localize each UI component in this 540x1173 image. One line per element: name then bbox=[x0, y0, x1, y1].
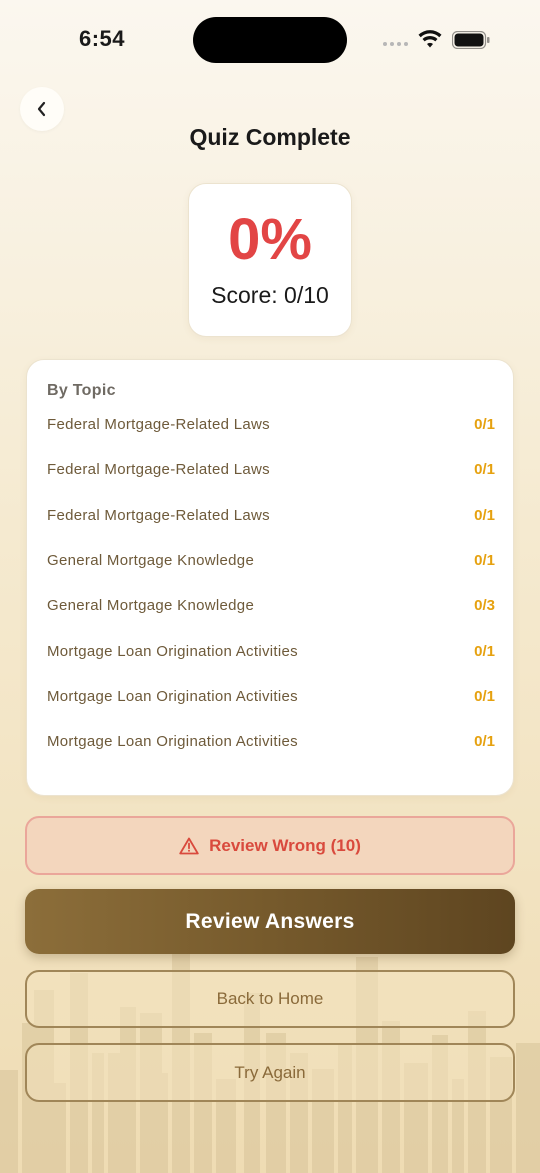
signal-icon bbox=[383, 42, 408, 46]
topic-row: General Mortgage Knowledge 0/3 bbox=[47, 594, 495, 616]
topic-row: Federal Mortgage-Related Laws 0/1 bbox=[47, 504, 495, 526]
score-percent: 0% bbox=[228, 207, 312, 272]
topic-score: 0/1 bbox=[474, 642, 495, 660]
try-again-button[interactable]: Try Again bbox=[25, 1043, 515, 1102]
topic-name: General Mortgage Knowledge bbox=[47, 551, 255, 569]
topic-heading: By Topic bbox=[47, 382, 116, 399]
topic-score: 0/1 bbox=[474, 551, 495, 569]
topic-row: Federal Mortgage-Related Laws 0/1 bbox=[47, 413, 495, 435]
topic-name: Federal Mortgage-Related Laws bbox=[47, 506, 270, 524]
topic-name: Mortgage Loan Origination Activities bbox=[47, 687, 298, 705]
topic-score: 0/1 bbox=[474, 687, 495, 705]
topic-score: 0/1 bbox=[474, 460, 495, 478]
topic-score: 0/1 bbox=[474, 506, 495, 524]
dynamic-island bbox=[193, 17, 347, 63]
wifi-icon bbox=[418, 30, 442, 48]
score-card: 0% Score: 0/10 bbox=[188, 183, 352, 337]
topic-name: Federal Mortgage-Related Laws bbox=[47, 415, 270, 433]
battery-icon bbox=[452, 31, 490, 49]
topic-breakdown-card: By Topic Federal Mortgage-Related Laws 0… bbox=[26, 359, 514, 796]
topic-row: Mortgage Loan Origination Activities 0/1 bbox=[47, 730, 495, 752]
status-bar: 6:54 bbox=[0, 0, 540, 80]
topic-name: General Mortgage Knowledge bbox=[47, 596, 255, 614]
topic-score: 0/1 bbox=[474, 732, 495, 750]
topic-score: 0/3 bbox=[474, 596, 495, 614]
review-wrong-button[interactable]: Review Wrong (10) bbox=[25, 816, 515, 875]
topic-name: Federal Mortgage-Related Laws bbox=[47, 460, 270, 478]
topic-score: 0/1 bbox=[474, 415, 495, 433]
topic-name: Mortgage Loan Origination Activities bbox=[47, 732, 298, 750]
topic-row: Mortgage Loan Origination Activities 0/1 bbox=[47, 640, 495, 662]
status-time: 6:54 bbox=[79, 26, 126, 51]
topic-name: Mortgage Loan Origination Activities bbox=[47, 642, 298, 660]
topic-row: Federal Mortgage-Related Laws 0/1 bbox=[47, 458, 495, 480]
review-answers-label: Review Answers bbox=[185, 909, 355, 933]
topic-row: General Mortgage Knowledge 0/1 bbox=[47, 549, 495, 571]
score-text: Score: 0/10 bbox=[211, 282, 329, 308]
warning-triangle-icon bbox=[179, 837, 199, 854]
back-to-home-button[interactable]: Back to Home bbox=[25, 970, 515, 1028]
topic-row: Mortgage Loan Origination Activities 0/1 bbox=[47, 685, 495, 707]
review-answers-button[interactable]: Review Answers bbox=[25, 889, 515, 954]
try-again-label: Try Again bbox=[234, 1062, 306, 1082]
chevron-left-icon bbox=[37, 101, 46, 117]
page-title: Quiz Complete bbox=[189, 124, 351, 150]
review-wrong-label: Review Wrong (10) bbox=[209, 835, 361, 855]
back-to-home-label: Back to Home bbox=[216, 989, 324, 1008]
